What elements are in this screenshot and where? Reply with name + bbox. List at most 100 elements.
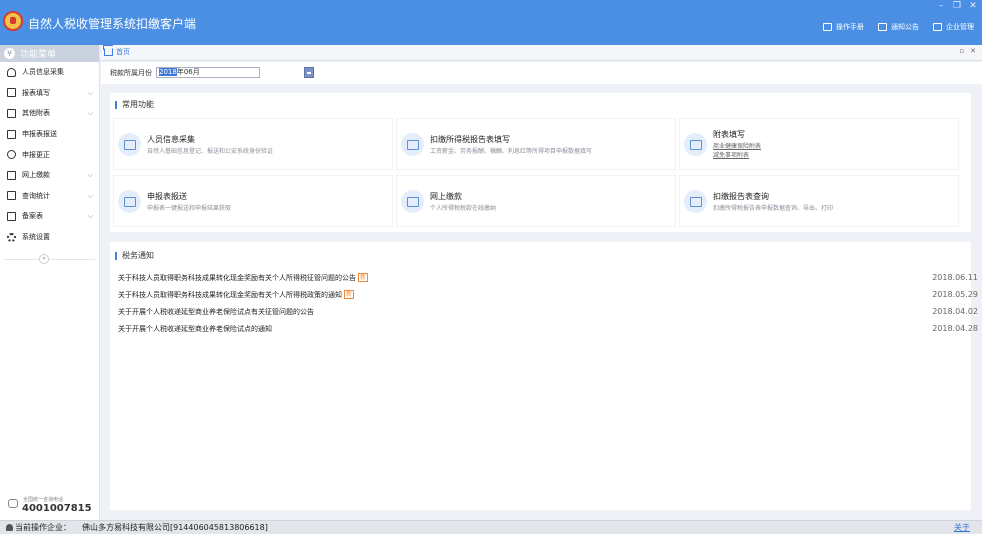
sidebar-item-report-fill[interactable]: 报表填写 ⌵ xyxy=(0,83,99,104)
sidebar-collapse: « xyxy=(0,253,100,265)
menu-icon: ¥ xyxy=(4,48,15,59)
notice-text-wrap: 关于科技人员取得职务科技成果转化现金奖励有关个人所得税征管问题的公告新 xyxy=(118,273,369,283)
home-icon xyxy=(104,48,113,56)
sidebar-item-label: 人员信息采集 xyxy=(22,68,64,77)
form-icon xyxy=(7,88,16,98)
chevron-down-icon: ⌵ xyxy=(87,212,93,221)
tab-restore-button[interactable]: ▫ xyxy=(959,47,964,55)
common-functions-title: 常用功能 xyxy=(115,101,154,109)
tab-controls: ▫ ✕ xyxy=(959,47,976,55)
collapse-sidebar-button[interactable]: « xyxy=(39,254,49,264)
new-badge: 新 xyxy=(358,273,369,282)
period-input[interactable]: 2018年06月 xyxy=(156,67,260,78)
online-pay-icon xyxy=(401,190,424,213)
health-insurance-attachment-link[interactable]: 商业健康保险附表 xyxy=(713,141,761,150)
calendar-picker-button[interactable] xyxy=(304,67,314,78)
tab-close-button[interactable]: ✕ xyxy=(970,47,976,55)
sidebar-item-settings[interactable]: 系统设置 xyxy=(0,227,99,248)
period-label: 税款所属月份 xyxy=(110,69,152,77)
tax-notices-title: 税务通知 xyxy=(115,252,154,260)
close-button[interactable]: ✕ xyxy=(968,1,978,11)
enterprise-link[interactable]: 企业管理 xyxy=(933,22,974,32)
notice-text: 关于科技人员取得职务科技成果转化现金奖励有关个人所得税政策的通知 xyxy=(118,291,342,299)
sidebar-item-online-payment[interactable]: 网上缴款 ⌵ xyxy=(0,165,99,186)
edit-icon xyxy=(684,133,707,156)
payment-icon xyxy=(7,170,16,180)
deduction-attachment-link[interactable]: 减免事项附表 xyxy=(713,150,749,159)
notice-link[interactable]: 通知公告 xyxy=(878,22,919,32)
manual-icon xyxy=(823,23,832,31)
sidebar-item-statistics[interactable]: 查询统计 ⌵ xyxy=(0,186,99,207)
notice-date: 2018.04.28 xyxy=(932,324,978,333)
sidebar-item-report-submit[interactable]: 申报表报送 xyxy=(0,124,99,145)
manual-link-label: 操作手册 xyxy=(836,23,864,31)
period-year: 2018 xyxy=(159,68,177,76)
notice-date: 2018.04.02 xyxy=(932,307,978,316)
sidebar-item-filing[interactable]: 备案表 ⌵ xyxy=(0,206,99,227)
chevron-down-icon: ⌵ xyxy=(87,109,93,118)
sidebar-item-correction[interactable]: 申报更正 xyxy=(0,144,99,165)
notice-item[interactable]: 关于开展个人税收递延型商业养老保险试点有关征管问题的公告 2018.04.02 xyxy=(118,307,978,317)
notice-item[interactable]: 关于开展个人税收递延型商业养老保险试点的通知 2018.04.28 xyxy=(118,324,978,334)
building-icon xyxy=(933,23,942,31)
card-desc: 申报表一键报送和申报结果获取 xyxy=(147,205,232,212)
chevron-down-icon: ⌵ xyxy=(87,170,93,179)
card-person-info[interactable]: 人员信息采集 自然人基础信息登记、报送和公安系统身份验证 xyxy=(113,118,393,170)
card-desc: 个人所得税税款在线缴纳 xyxy=(430,205,497,212)
sidebar-item-label: 其他附表 xyxy=(22,109,50,118)
notice-link-label: 通知公告 xyxy=(891,23,919,31)
query-icon xyxy=(684,190,707,213)
sidebar-item-person-info[interactable]: 人员信息采集 xyxy=(0,62,99,83)
about-link[interactable]: 关于 xyxy=(954,522,970,533)
notice-text: 关于开展个人税收递延型商业养老保险试点有关征管问题的公告 xyxy=(118,308,314,316)
sidebar-title: 功能菜单 xyxy=(20,50,57,60)
card-title: 人员信息采集 xyxy=(147,135,195,144)
sidebar-item-label: 查询统计 xyxy=(22,191,50,200)
card-report-query[interactable]: 扣缴报告表查询 扣缴所得税报告表申报数据查询、导出、打印 xyxy=(679,175,959,227)
id-card-icon xyxy=(118,133,141,156)
notice-item[interactable]: 关于科技人员取得职务科技成果转化现金奖励有关个人所得税政策的通知新 2018.0… xyxy=(118,290,978,300)
card-online-payment[interactable]: 网上缴款 个人所得税税款在线缴纳 xyxy=(396,175,676,227)
sidebar-header: ¥ 功能菜单 xyxy=(0,45,99,62)
chevron-down-icon: ⌵ xyxy=(87,191,93,200)
card-title: 申报表报送 xyxy=(147,192,187,201)
mail-icon xyxy=(878,23,887,31)
hotline-label: 全国统一咨询电话 xyxy=(23,497,64,503)
notice-text: 关于开展个人税收递延型商业养老保险试点的通知 xyxy=(118,325,272,333)
tax-notices-panel: 税务通知 关于科技人员取得职务科技成果转化现金奖励有关个人所得税征管问题的公告新… xyxy=(110,242,978,510)
enterprise-link-label: 企业管理 xyxy=(946,23,974,31)
status-bar: 当前操作企业： 佛山多方易科技有限公司[914406045813806618] … xyxy=(0,520,982,534)
new-badge: 新 xyxy=(344,290,355,299)
search-icon xyxy=(7,150,16,160)
period-month: 年06月 xyxy=(176,68,200,76)
sidebar-item-other-attachments[interactable]: 其他附表 ⌵ xyxy=(0,103,99,124)
sidebar-item-label: 申报表报送 xyxy=(22,130,57,139)
period-row: 税款所属月份 2018年06月 xyxy=(101,62,982,84)
manual-link[interactable]: 操作手册 xyxy=(823,22,864,32)
card-desc: 扣缴所得税报告表申报数据查询、导出、打印 xyxy=(713,205,834,212)
grid-icon xyxy=(7,129,16,139)
restore-button[interactable]: ❐ xyxy=(952,1,962,11)
card-title: 附表填写 xyxy=(713,130,745,139)
notice-date: 2018.06.11 xyxy=(932,273,978,282)
sidebar-item-label: 申报更正 xyxy=(22,150,50,159)
card-report-submit[interactable]: 申报表报送 申报表一键报送和申报结果获取 xyxy=(113,175,393,227)
notice-item[interactable]: 关于科技人员取得职务科技成果转化现金奖励有关个人所得税征管问题的公告新 2018… xyxy=(118,273,978,283)
submit-icon xyxy=(118,190,141,213)
tab-home[interactable]: 首页 xyxy=(104,47,130,57)
card-withholding-report[interactable]: 扣缴所得税报告表填写 工资薪金、劳务报酬、稿酬、利息红等所得项目申报数据填写 xyxy=(396,118,676,170)
archive-icon xyxy=(7,211,16,221)
tab-home-label: 首页 xyxy=(116,48,130,56)
sidebar-item-label: 网上缴款 xyxy=(22,171,50,180)
title-bar: 自然人税收管理系统扣缴客户端 – ❐ ✕ 操作手册 通知公告 企业管理 xyxy=(0,0,982,45)
hotline-number: 4001007815 xyxy=(22,503,92,514)
card-attachment-fill[interactable]: 附表填写 商业健康保险附表 减免事项附表 xyxy=(679,118,959,170)
tab-bar: 首页 ▫ ✕ xyxy=(101,45,982,61)
notice-date: 2018.05.29 xyxy=(932,290,978,299)
minimize-button[interactable]: – xyxy=(936,1,946,11)
sidebar-item-label: 备案表 xyxy=(22,212,43,221)
chevron-down-icon: ⌵ xyxy=(87,88,93,97)
attachment-icon xyxy=(7,108,16,118)
card-title: 扣缴报告表查询 xyxy=(713,192,769,201)
window-controls: – ❐ ✕ xyxy=(936,1,978,11)
